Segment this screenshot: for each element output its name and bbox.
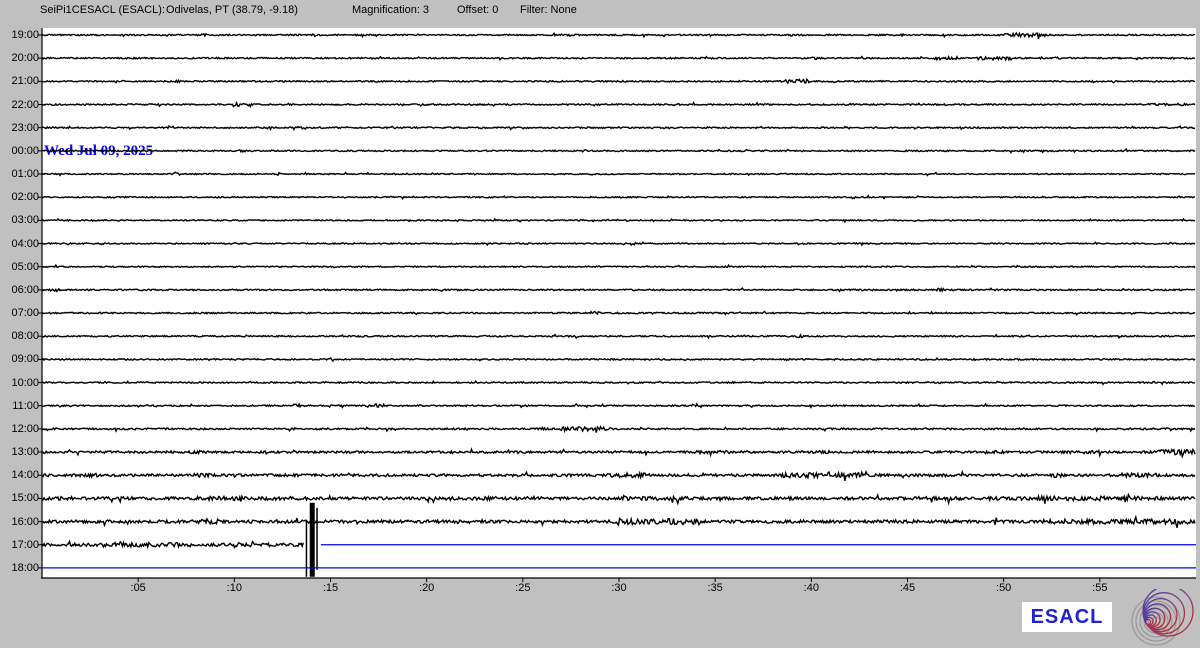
minute-tick-label: :10 (227, 582, 242, 594)
hour-label: 09:00 (0, 353, 39, 365)
plot-area (42, 28, 1196, 578)
hour-label: 23:00 (0, 122, 39, 134)
hour-label: 01:00 (0, 168, 39, 180)
filter-label: Filter: None (520, 4, 577, 16)
minute-tick-label: :30 (611, 582, 626, 594)
minute-tick-label: :05 (131, 582, 146, 594)
minute-tick-label: :55 (1092, 582, 1107, 594)
hour-label: 12:00 (0, 423, 39, 435)
hour-label: 08:00 (0, 330, 39, 342)
minute-tick-label: :40 (804, 582, 819, 594)
seismic-spiral-logo-icon (1124, 589, 1198, 647)
hour-label: 05:00 (0, 261, 39, 273)
magnification-label: Magnification: 3 (352, 4, 429, 16)
hour-label: 13:00 (0, 446, 39, 458)
hour-label: 14:00 (0, 469, 39, 481)
date-label: Wed Jul 09, 2025 (44, 143, 153, 160)
hour-label: 19:00 (0, 29, 39, 41)
minute-tick-label: :15 (323, 582, 338, 594)
minute-tick-label: :25 (515, 582, 530, 594)
hour-label: 21:00 (0, 75, 39, 87)
minute-tick-label: :45 (900, 582, 915, 594)
header: SeiPi1CESACL (ESACL): Odivelas, PT (38.7… (0, 0, 1200, 28)
hour-label: 07:00 (0, 307, 39, 319)
hour-label: 11:00 (0, 400, 39, 412)
offset-label: Offset: 0 (457, 4, 498, 16)
hour-label: 00:00 (0, 145, 39, 157)
minute-tick-label: :35 (708, 582, 723, 594)
minute-tick-label: :50 (996, 582, 1011, 594)
hour-label: 15:00 (0, 492, 39, 504)
minute-tick-label: :20 (419, 582, 434, 594)
hour-label: 02:00 (0, 191, 39, 203)
hour-label: 03:00 (0, 214, 39, 226)
esacl-logo-badge: ESACL (1022, 602, 1112, 632)
hour-label: 17:00 (0, 539, 39, 551)
hour-label: 20:00 (0, 52, 39, 64)
hour-label: 04:00 (0, 238, 39, 250)
hour-label: 22:00 (0, 99, 39, 111)
station-location-label: Odivelas, PT (38.79, -9.18) (166, 4, 298, 16)
hour-label: 10:00 (0, 377, 39, 389)
esacl-logo-text: ESACL (1031, 606, 1104, 629)
station-id-label: SeiPi1CESACL (ESACL): (40, 4, 165, 16)
hour-label: 16:00 (0, 516, 39, 528)
hour-label: 18:00 (0, 562, 39, 574)
hour-label: 06:00 (0, 284, 39, 296)
helicorder-screen: SeiPi1CESACL (ESACL): Odivelas, PT (38.7… (0, 0, 1200, 648)
